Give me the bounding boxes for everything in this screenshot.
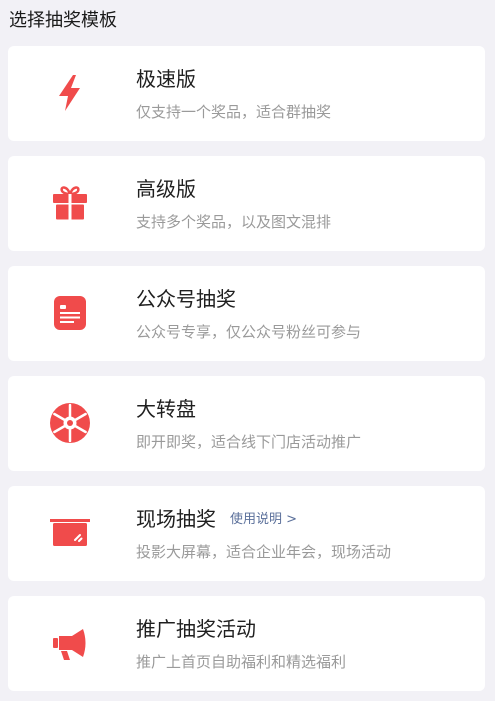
template-title: 高级版: [136, 177, 196, 201]
lightning-icon: [48, 71, 92, 115]
screen-icon: [48, 511, 92, 555]
document-icon: [48, 291, 92, 335]
template-description: 仅支持一个奖品，适合群抽奖: [136, 103, 332, 121]
template-card-wheel[interactable]: 大转盘 即开即奖，适合线下门店活动推广: [8, 376, 485, 471]
template-title: 推广抽奖活动: [136, 617, 256, 641]
template-title: 极速版: [136, 67, 196, 91]
template-description: 推广上首页自助福利和精选福利: [136, 653, 347, 671]
template-title: 公众号抽奖: [136, 287, 236, 311]
gift-icon: [48, 181, 92, 225]
template-title: 现场抽奖 使用说明 >: [136, 505, 297, 534]
template-card-advanced[interactable]: 高级版 支持多个奖品，以及图文混排: [8, 156, 485, 251]
template-description: 投影大屏幕，适合企业年会，现场活动: [136, 543, 392, 561]
template-title-text: 现场抽奖: [136, 507, 216, 531]
wheel-icon: [48, 401, 92, 445]
usage-guide-link[interactable]: 使用说明 >: [230, 506, 297, 534]
template-description: 支持多个奖品，以及图文混排: [136, 213, 332, 231]
megaphone-icon: [48, 621, 92, 665]
template-description: 即开即奖，适合线下门店活动推广: [136, 433, 362, 451]
page-title: 选择抽奖模板: [9, 10, 117, 31]
template-card-official-account[interactable]: 公众号抽奖 公众号专享，仅公众号粉丝可参与: [8, 266, 485, 361]
template-card-express[interactable]: 极速版 仅支持一个奖品，适合群抽奖: [8, 46, 485, 141]
template-card-promotion[interactable]: 推广抽奖活动 推广上首页自助福利和精选福利: [8, 596, 485, 691]
template-description: 公众号专享，仅公众号粉丝可参与: [136, 323, 362, 341]
template-card-onsite[interactable]: 现场抽奖 使用说明 > 投影大屏幕，适合企业年会，现场活动: [8, 486, 485, 581]
template-title: 大转盘: [136, 397, 196, 421]
